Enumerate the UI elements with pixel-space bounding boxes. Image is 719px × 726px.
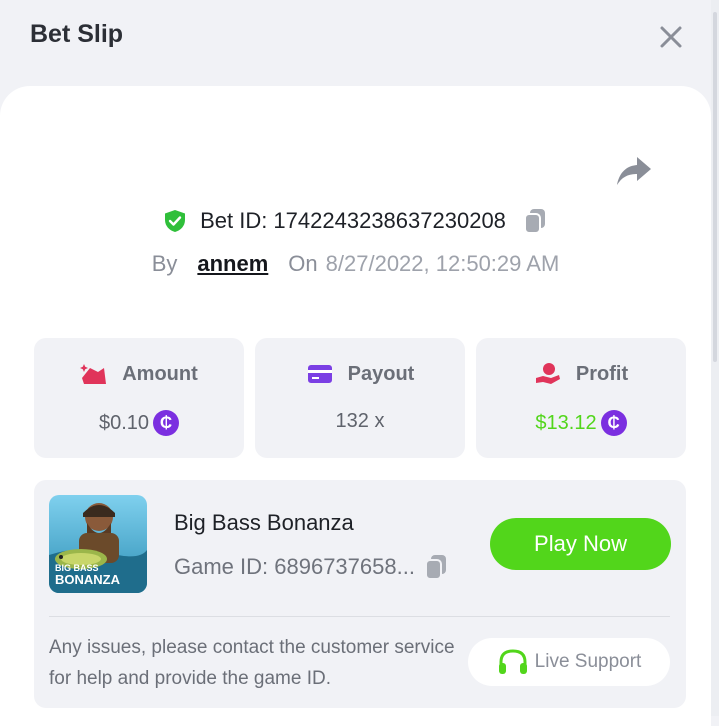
bet-meta-row: By annem On 8/27/2022, 12:50:29 AM bbox=[0, 248, 711, 280]
close-button[interactable] bbox=[656, 22, 686, 52]
game-id: Game ID: 6896737658... bbox=[174, 554, 415, 579]
game-name: Big Bass Bonanza bbox=[174, 510, 354, 535]
bet-date: 8/27/2022, 12:50:29 AM bbox=[325, 251, 560, 276]
on-label: On bbox=[288, 251, 318, 276]
payout-label: Payout bbox=[347, 362, 415, 385]
bet-id: Bet ID: 1742243238637230208 bbox=[200, 208, 506, 233]
divider bbox=[49, 616, 670, 617]
live-support-label: Live Support bbox=[534, 651, 642, 672]
scrollbar-thumb[interactable] bbox=[713, 12, 717, 362]
profit-label: Profit bbox=[575, 362, 629, 385]
headset-icon bbox=[498, 649, 527, 674]
share-button[interactable] bbox=[615, 155, 653, 187]
coin-icon: ₵ bbox=[600, 410, 627, 436]
bet-id-row: Bet ID: 1742243238637230208 bbox=[0, 204, 711, 238]
game-id-row: Game ID: 6896737658... bbox=[174, 553, 449, 581]
play-now-button[interactable]: Play Now bbox=[490, 518, 671, 570]
support-help-text: Any issues, please contact the customer … bbox=[49, 637, 455, 689]
amount-card: Amount $0.10 ₵ bbox=[34, 338, 244, 458]
game-panel: BIG BASS BONANZA Big Bass Bonanza Game I… bbox=[34, 480, 686, 708]
payout-card: Payout 132 x bbox=[255, 338, 465, 458]
profit-card: Profit $13.12 ₵ bbox=[476, 338, 686, 458]
profit-icon bbox=[535, 363, 560, 384]
share-icon bbox=[617, 157, 651, 185]
close-icon bbox=[660, 26, 682, 48]
page-title: Bet Slip bbox=[30, 20, 124, 48]
username-link[interactable]: annem bbox=[197, 251, 268, 277]
amount-value: $0.10 bbox=[98, 411, 150, 434]
game-thumbnail[interactable]: BIG BASS BONANZA bbox=[49, 495, 147, 593]
amount-label: Amount bbox=[122, 362, 198, 385]
by-label: By bbox=[151, 251, 178, 276]
copy-icon[interactable] bbox=[522, 207, 548, 235]
scrollbar[interactable] bbox=[711, 0, 719, 716]
coin-icon: ₵ bbox=[153, 410, 180, 436]
payout-icon bbox=[307, 365, 332, 383]
header: Bet Slip bbox=[0, 0, 719, 80]
amount-icon bbox=[80, 364, 107, 384]
thumbnail-text-bottom: BONANZA bbox=[55, 572, 120, 587]
payout-value: 132 x bbox=[335, 410, 385, 432]
copy-icon[interactable] bbox=[423, 553, 449, 581]
shield-check-icon bbox=[165, 210, 186, 232]
live-support-button[interactable]: Live Support bbox=[468, 638, 670, 686]
profit-value: $13.12 bbox=[535, 411, 597, 434]
